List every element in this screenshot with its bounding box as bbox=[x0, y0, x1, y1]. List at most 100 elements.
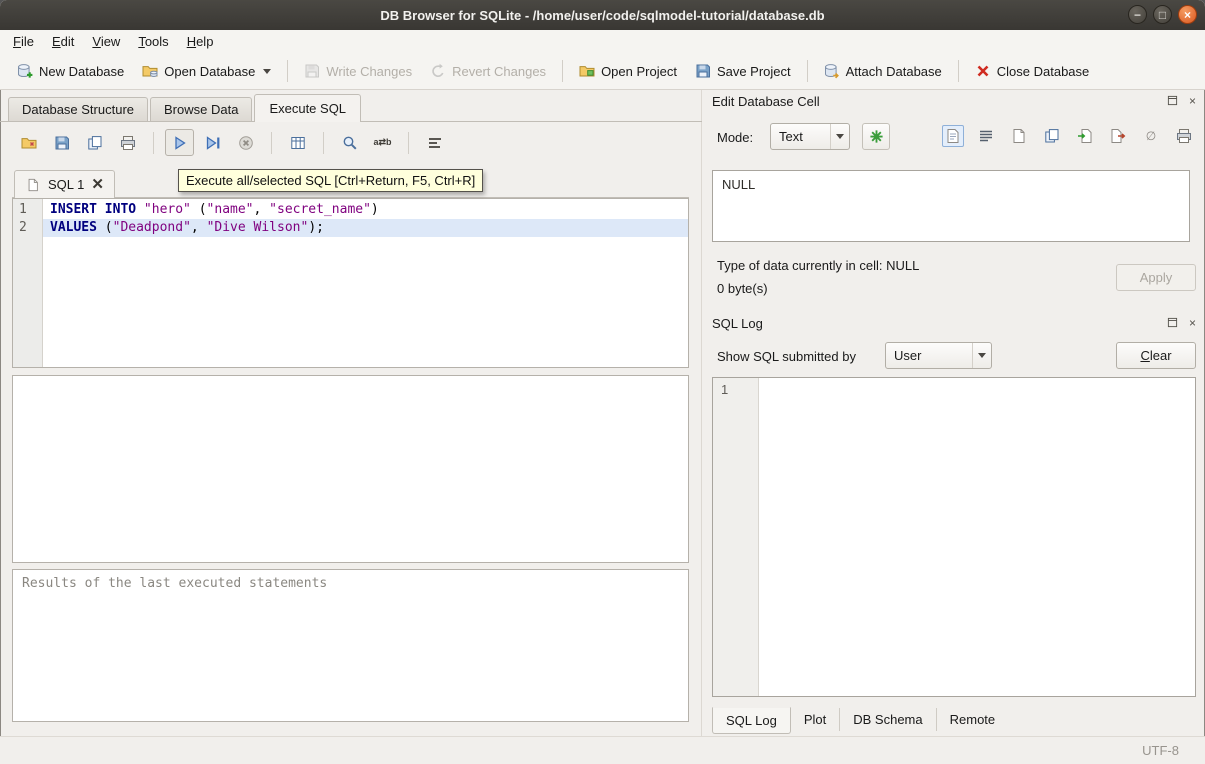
float-icon[interactable] bbox=[1166, 94, 1179, 107]
close-icon[interactable]: × bbox=[1186, 94, 1199, 107]
text-mode-icon bbox=[945, 128, 961, 144]
tab-browse-data[interactable]: Browse Data bbox=[150, 97, 252, 121]
revert-changes-button: Revert Changes bbox=[421, 58, 555, 84]
toolbar-separator bbox=[562, 60, 563, 82]
open-sql-file-button[interactable] bbox=[14, 129, 43, 156]
panel-splitter[interactable] bbox=[701, 90, 702, 736]
sql-document-icon bbox=[25, 177, 41, 193]
import-button[interactable] bbox=[1074, 125, 1096, 147]
close-icon[interactable]: × bbox=[1178, 5, 1197, 24]
log-filter-combobox[interactable]: User bbox=[885, 342, 992, 369]
mode-combobox[interactable]: Text bbox=[770, 123, 850, 150]
code-line[interactable]: VALUES ("Deadpond", "Dive Wilson"); bbox=[43, 219, 688, 237]
set-null-button[interactable]: ∅ bbox=[1140, 125, 1162, 147]
revert-changes-icon bbox=[430, 63, 446, 79]
format-sql-button[interactable] bbox=[420, 129, 449, 156]
export-results-button[interactable] bbox=[283, 129, 312, 156]
mode-value: Text bbox=[771, 129, 830, 144]
sql-log-view[interactable]: 1 bbox=[712, 377, 1196, 697]
clear-button[interactable]: Clear bbox=[1116, 342, 1196, 369]
tab-plot[interactable]: Plot bbox=[791, 708, 840, 731]
execute-all-icon bbox=[172, 135, 188, 151]
tab-execute-sql[interactable]: Execute SQL bbox=[254, 94, 361, 122]
menu-help[interactable]: Help bbox=[178, 31, 223, 52]
word-wrap-button[interactable] bbox=[975, 125, 997, 147]
print-cell-button[interactable] bbox=[1173, 125, 1195, 147]
main-tab-bar: Database Structure Browse Data Execute S… bbox=[0, 95, 702, 122]
attach-database-button[interactable]: Attach Database bbox=[815, 58, 951, 84]
save-project-button[interactable]: Save Project bbox=[686, 58, 800, 84]
cell-value: NULL bbox=[722, 177, 755, 192]
combo-arrow-zone bbox=[972, 343, 991, 368]
edit-cell-dock-buttons: × bbox=[1166, 94, 1199, 107]
new-database-icon bbox=[17, 63, 33, 79]
stop-button bbox=[231, 129, 260, 156]
combo-arrow-zone bbox=[830, 124, 849, 149]
log-line-number: 1 bbox=[721, 382, 758, 397]
log-gutter: 1 bbox=[713, 378, 759, 696]
minimize-icon[interactable]: − bbox=[1128, 5, 1147, 24]
close-database-button[interactable]: Close Database bbox=[966, 58, 1099, 84]
print-sql-button[interactable] bbox=[113, 129, 142, 156]
new-database-button[interactable]: New Database bbox=[8, 58, 133, 84]
apply-button: Apply bbox=[1116, 264, 1196, 291]
menu-file[interactable]: File bbox=[4, 31, 43, 52]
execute-line-button[interactable] bbox=[198, 129, 227, 156]
mode-label: Mode: bbox=[717, 130, 753, 145]
results-message-pane[interactable]: Results of the last executed statements bbox=[12, 569, 689, 722]
toolbar-separator bbox=[287, 60, 288, 82]
tab-database-structure[interactable]: Database Structure bbox=[8, 97, 148, 121]
copy-icon bbox=[1044, 128, 1060, 144]
tab-sql-log[interactable]: SQL Log bbox=[712, 707, 791, 734]
copy-button[interactable] bbox=[1041, 125, 1063, 147]
sql-log-title: SQL Log bbox=[712, 316, 763, 331]
code-line[interactable]: INSERT INTO "hero" ("name", "secret_name… bbox=[43, 201, 688, 219]
open-project-icon bbox=[579, 63, 595, 79]
save-sql-file-as-button[interactable] bbox=[80, 129, 109, 156]
results-grid-pane[interactable] bbox=[12, 375, 689, 563]
open-database-icon bbox=[142, 63, 158, 79]
import-icon bbox=[1077, 128, 1093, 144]
format-sql-icon bbox=[427, 135, 443, 151]
sql-tab-label: SQL 1 bbox=[48, 177, 84, 192]
menubar: File Edit View Tools Help bbox=[0, 30, 1205, 53]
float-icon[interactable] bbox=[1166, 316, 1179, 329]
tab-remote[interactable]: Remote bbox=[937, 708, 1009, 731]
execute-all-button[interactable] bbox=[165, 129, 194, 156]
line-number: 1 bbox=[19, 201, 42, 219]
auto-adjust-mode-button[interactable] bbox=[862, 123, 890, 150]
find-button[interactable] bbox=[335, 129, 364, 156]
open-project-button[interactable]: Open Project bbox=[570, 58, 686, 84]
export-icon bbox=[1110, 128, 1126, 144]
save-project-icon bbox=[695, 63, 711, 79]
edit-cell-title: Edit Database Cell bbox=[712, 94, 820, 109]
editor-code[interactable]: INSERT INTO "hero" ("name", "secret_name… bbox=[43, 199, 688, 367]
toolbar-separator bbox=[958, 60, 959, 82]
right-panel: Edit Database Cell × Mode: Text ∅ NULL T… bbox=[706, 90, 1205, 736]
tab-db-schema[interactable]: DB Schema bbox=[840, 708, 936, 731]
document-button[interactable] bbox=[1008, 125, 1030, 147]
log-filter-label: Show SQL submitted by bbox=[717, 349, 856, 364]
maximize-icon[interactable]: □ bbox=[1153, 5, 1172, 24]
dock-tab-bar: SQL Log Plot DB Schema Remote bbox=[712, 708, 1008, 734]
close-icon[interactable]: × bbox=[1186, 316, 1199, 329]
export-button[interactable] bbox=[1107, 125, 1129, 147]
menu-tools[interactable]: Tools bbox=[129, 31, 177, 52]
chevron-down-icon bbox=[836, 134, 844, 139]
encoding-indicator: UTF-8 bbox=[1142, 743, 1179, 758]
open-database-button[interactable]: Open Database bbox=[133, 58, 280, 84]
replace-button[interactable]: a⇄b bbox=[368, 129, 397, 156]
open-database-dropdown-icon[interactable] bbox=[263, 69, 271, 74]
menu-edit[interactable]: Edit bbox=[43, 31, 83, 52]
tab-close-icon[interactable]: ✕ bbox=[91, 177, 104, 192]
save-sql-file-as-icon bbox=[87, 135, 103, 151]
sql-document-tab[interactable]: SQL 1 ✕ bbox=[14, 170, 115, 198]
menu-view[interactable]: View bbox=[83, 31, 129, 52]
toolbar-separator bbox=[807, 60, 808, 82]
save-sql-file-button[interactable] bbox=[47, 129, 76, 156]
text-mode-button[interactable] bbox=[942, 125, 964, 147]
cell-editor[interactable]: NULL bbox=[712, 170, 1190, 242]
window-title: DB Browser for SQLite - /home/user/code/… bbox=[380, 8, 824, 23]
statusbar: UTF-8 bbox=[0, 736, 1205, 764]
sql-editor[interactable]: 12 INSERT INTO "hero" ("name", "secret_n… bbox=[12, 198, 689, 368]
